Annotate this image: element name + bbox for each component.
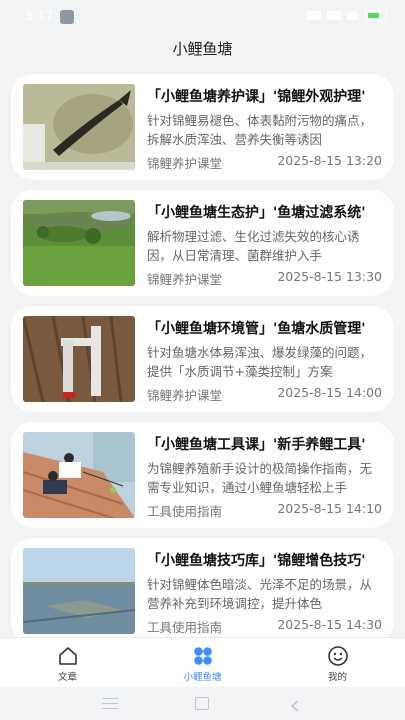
pvc-pipe-photo bbox=[23, 316, 135, 402]
tab-mine[interactable]: 我的 bbox=[270, 638, 405, 687]
article-card[interactable]: 「小鲤鱼塘环境管」'鱼塘水质管理' 针对鱼塘水体易浑浊、爆发绿藻的问题，提供「水… bbox=[11, 306, 394, 412]
article-description: 针对锦鲤体色暗淡、光泽不足的场景，从营养补充到环境调控，提升体色 bbox=[147, 577, 373, 611]
status-bar: 5:17 bbox=[0, 0, 405, 34]
article-description: 针对鱼塘水体易浑浊、爆发绿藻的问题，提供「水质调节+藻类控制」方案 bbox=[147, 345, 373, 379]
page-title: 小鲤鱼塘 bbox=[172, 40, 233, 58]
article-source: 锦鲤养护课堂 bbox=[147, 156, 223, 171]
article-date: 2025-8-15 13:20 bbox=[277, 153, 382, 168]
article-source: 锦鲤养护课堂 bbox=[147, 272, 223, 287]
article-card[interactable]: 「小鲤鱼塘技巧库」'锦鲤增色技巧' 针对锦鲤体色暗淡、光泽不足的场景，从营养补充… bbox=[11, 538, 394, 644]
tab-pond[interactable]: 小鲤鱼塘 bbox=[135, 638, 270, 687]
people-fishing-dock-photo bbox=[23, 432, 135, 518]
article-date: 2025-8-15 14:30 bbox=[277, 617, 382, 632]
article-list: 「小鲤鱼塘养护课」'锦鲤外观护理' 针对锦鲤易褪色、体表黏附污物的痛点，拆解水质… bbox=[11, 74, 394, 654]
smiley-icon bbox=[327, 645, 349, 667]
article-source: 锦鲤养护课堂 bbox=[147, 388, 223, 403]
article-title: 「小鲤鱼塘环境管」'鱼塘水质管理' bbox=[147, 321, 366, 337]
article-date: 2025-8-15 14:10 bbox=[277, 501, 382, 516]
bottom-tab-bar: 文章 小鲤鱼塘 我的 bbox=[0, 637, 405, 687]
battery-icon bbox=[365, 10, 387, 21]
menu-icon[interactable] bbox=[102, 698, 118, 709]
article-description: 针对锦鲤易褪色、体表黏附污物的痛点，拆解水质浑浊、营养失衡等诱因 bbox=[147, 113, 373, 147]
article-date: 2025-8-15 14:00 bbox=[277, 385, 382, 400]
article-title: 「小鲤鱼塘养护课」'锦鲤外观护理' bbox=[147, 89, 366, 105]
back-icon[interactable] bbox=[290, 697, 300, 712]
article-description: 为锦鲤养殖新手设计的极简操作指南，无需专业知识，通过小鲤鱼塘轻松上手 bbox=[147, 461, 373, 495]
article-date: 2025-8-15 13:30 bbox=[277, 269, 382, 284]
article-title: 「小鲤鱼塘技巧库」'锦鲤增色技巧' bbox=[147, 553, 366, 569]
signal-icon-2 bbox=[327, 11, 341, 20]
signal-icon bbox=[307, 11, 321, 20]
status-time: 5:17 bbox=[26, 9, 53, 23]
article-card[interactable]: 「小鲤鱼塘养护课」'锦鲤外观护理' 针对锦鲤易褪色、体表黏附污物的痛点，拆解水质… bbox=[11, 74, 394, 180]
grid-dots-icon bbox=[192, 645, 214, 667]
article-card[interactable]: 「小鲤鱼塘工具课」'新手养鲤工具' 为锦鲤养殖新手设计的极简操作指南，无需专业知… bbox=[11, 422, 394, 528]
article-source: 工具使用指南 bbox=[147, 504, 223, 519]
fish-farm-ponds-photo bbox=[23, 548, 135, 634]
article-title: 「小鲤鱼塘生态护」'鱼塘过滤系统' bbox=[147, 205, 366, 221]
home-button-icon[interactable] bbox=[195, 697, 209, 710]
garden-pond-photo bbox=[23, 200, 135, 286]
article-card[interactable]: 「小鲤鱼塘生态护」'鱼塘过滤系统' 解析物理过滤、生化过滤失效的核心诱因，从日常… bbox=[11, 190, 394, 296]
tab-label: 小鲤鱼塘 bbox=[183, 672, 222, 683]
tab-articles[interactable]: 文章 bbox=[0, 638, 135, 687]
system-navigation-bar bbox=[0, 687, 405, 720]
tab-label: 文章 bbox=[57, 672, 77, 683]
notification-app-icon bbox=[60, 10, 74, 24]
article-source: 工具使用指南 bbox=[147, 620, 223, 635]
koi-in-bucket-photo bbox=[23, 84, 135, 170]
tab-label: 我的 bbox=[327, 672, 347, 683]
status-indicators bbox=[307, 10, 387, 21]
article-description: 解析物理过滤、生化过滤失效的核心诱因，从日常清理、菌群维护入手 bbox=[147, 229, 360, 263]
home-icon bbox=[57, 645, 79, 667]
wifi-icon bbox=[347, 11, 359, 20]
article-title: 「小鲤鱼塘工具课」'新手养鲤工具' bbox=[147, 437, 366, 453]
